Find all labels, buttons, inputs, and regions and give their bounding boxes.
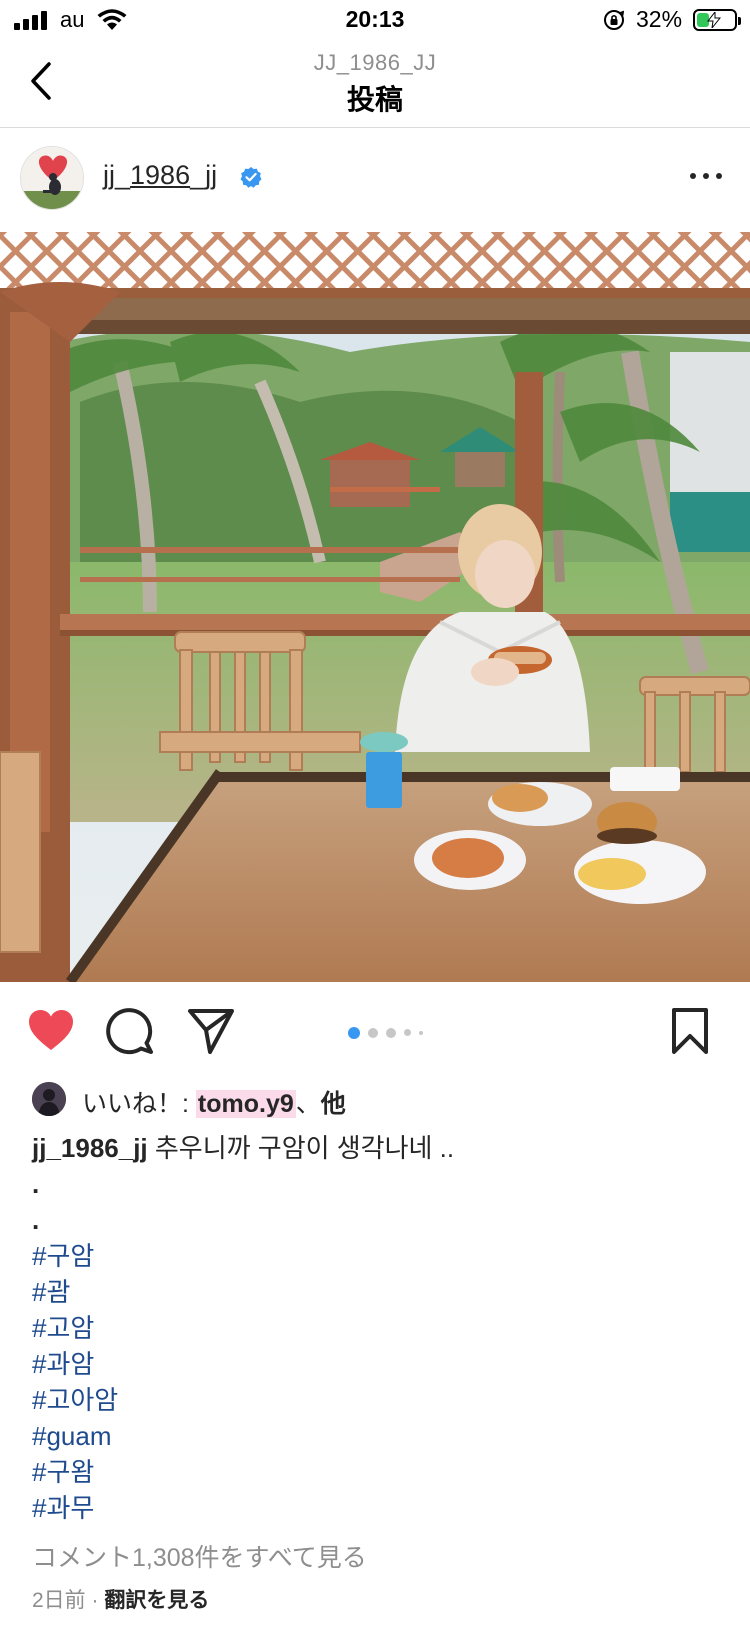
caption-text: 추우니까 구암이 생각나네 .. (147, 1133, 455, 1163)
username-part: jj_ (103, 160, 131, 190)
carousel-dot (419, 1030, 423, 1035)
hashtag-link[interactable]: #괌 (32, 1274, 732, 1310)
likes-separator: 、 (295, 1090, 321, 1118)
hashtag-link[interactable]: #과무 (32, 1490, 732, 1526)
nav-account-name: JJ_1986_JJ (313, 50, 437, 75)
view-all-comments-link[interactable]: コメント1,308件をすべて見る (32, 1538, 367, 1574)
bookmark-icon[interactable] (670, 1006, 710, 1056)
post-photo[interactable] (0, 232, 750, 982)
post-time: 2日前 (32, 1589, 86, 1612)
hashtag-link[interactable]: #고암 (32, 1310, 732, 1346)
liker-username[interactable]: tomo.y9 (195, 1090, 296, 1118)
hashtag-link[interactable]: #guam (32, 1418, 732, 1454)
carousel-dot (404, 1029, 411, 1037)
post-username[interactable]: jj_1986_jj (103, 160, 217, 191)
likes-text: いいね！: tomo.y9、他 (82, 1084, 346, 1120)
more-options-button[interactable] (688, 166, 724, 186)
hashtag-link[interactable]: #과암 (32, 1346, 732, 1382)
post-meta: 2日前 · 翻訳を見る (32, 1584, 209, 1614)
verified-badge-icon (240, 167, 262, 188)
carousel-dot (348, 1026, 360, 1039)
status-bar: au 20:13 32% (0, 0, 750, 44)
hashtag-link[interactable]: #구왐 (32, 1454, 732, 1490)
carousel-dot (368, 1027, 378, 1038)
post-header: jj_1986_jj (0, 128, 750, 232)
comment-icon[interactable] (106, 1006, 156, 1056)
likes-others-link[interactable]: 他 (321, 1090, 346, 1118)
battery-percent: 32% (636, 6, 683, 32)
meta-separator: · (85, 1589, 105, 1612)
profile-avatar[interactable] (20, 146, 84, 210)
nav-header: JJ_1986_JJ 投稿 (0, 44, 750, 128)
like-heart-icon[interactable] (26, 1006, 76, 1056)
see-translation-link[interactable]: 翻訳を見る (104, 1589, 209, 1612)
username-part: 1986 (130, 160, 191, 190)
username-part: _jj (190, 160, 218, 190)
rotation-lock-icon (604, 10, 625, 30)
share-icon[interactable] (186, 1006, 236, 1056)
liker-avatar[interactable] (32, 1082, 66, 1116)
page-title: 投稿 (346, 84, 403, 115)
likes-prefix: いいね！: (82, 1090, 196, 1118)
hashtag-list: #구암 #괌 #고암 #과암 #고아암 #guam #구왐 #과무 (32, 1238, 732, 1526)
caption-first-line: jj_1986_jj 추우니까 구암이 생각나네 .. (32, 1130, 732, 1166)
caption: jj_1986_jj 추우니까 구암이 생각나네 .. . . #구암 #괌 #… (32, 1130, 732, 1526)
carousel-indicator (348, 1024, 431, 1039)
caption-username[interactable]: jj_1986_jj (32, 1133, 148, 1163)
hashtag-link[interactable]: #고아암 (32, 1382, 732, 1418)
hashtag-link[interactable]: #구암 (32, 1238, 732, 1274)
caption-dot: . (32, 1205, 40, 1235)
carousel-dot (386, 1027, 396, 1038)
caption-dot: . (32, 1169, 40, 1199)
battery-icon (693, 9, 741, 31)
